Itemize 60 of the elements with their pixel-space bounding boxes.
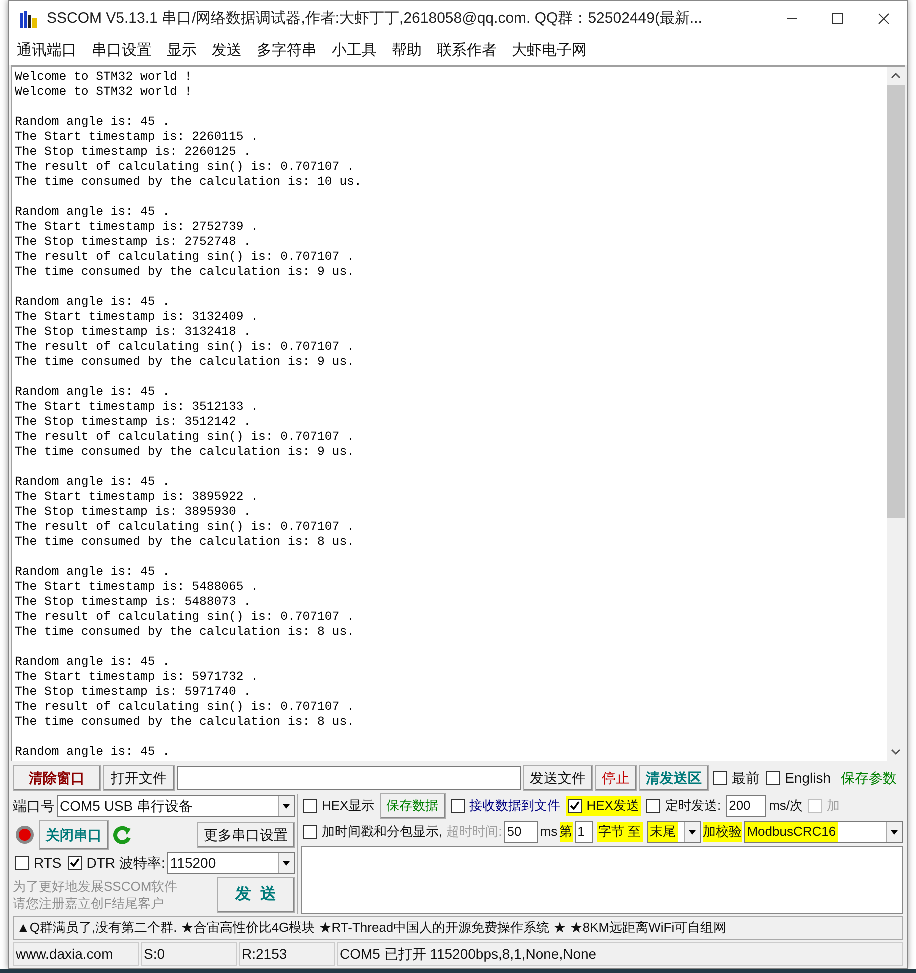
status-text: www.daxia.com: [13, 942, 139, 966]
news-ticker: ▲Q群满员了,没有第二个群. ★合宙高性价比4G模块 ★RT-Thread中国人的开源免费操作系统 ★ ★8KM远距离WiFi可自组网: [13, 916, 903, 940]
app-logo-icon: [19, 9, 39, 29]
checksum-select[interactable]: ModbusCRC16: [744, 821, 903, 843]
checkbox[interactable]: HEX显示: [301, 796, 377, 816]
receive-log: Welcome to STM32 world ! Welcome to STM32 world ! Random angle is: 45 . The Start timestamp is: 2260115 . The Stop timestamp is: 2260125 . The result of calculating sin() is: 0.707107 . The time consumed by the calculation is: 10 us. Random angle is: 45 . The Start timestamp is: 2752739 . The Stop timestamp is: 2752748 . The result of calculating sin() is: 0.707107 . The time consumed by the calculation is: 9 us. Random angle is: 45 . The Start timestamp is: 3132409 . The Stop timestamp is: 3132418 . The result of calculating sin() is: 0.707107 . The time consumed by the calculation is: 9 us. Random angle is: 45 . The Start timestamp is: 3512133 . The Stop timestamp is: 3512142 . The result of calculating sin() is: 0.707107 . The time consumed by the calculation is: 9 us. Random angle is: 45 . The Start timestamp is: 3895922 . The Stop timestamp is: 3895930 . The result of calculating sin() is: 0.707107 . The time consumed by the calculation is: 8 us. Random angle is: 45 . The Start timestamp is: 5488065 . The Stop timestamp is: 5488073 . The result of calculating sin() is: 0.707107 . The time consumed by the calculation is: 8 us. Random angle is: 45 . The Start timestamp is: 5971732 . The Stop timestamp is: 5971740 . The result of calculating sin() is: 0.707107 . The time consumed by the calculation is: 8 us. Random angle is: 45 .: [14, 69, 363, 761]
end-select[interactable]: 末尾: [647, 821, 702, 843]
checkbox[interactable]: DTR: [66, 852, 118, 874]
menu-item[interactable]: 串口设置: [92, 40, 152, 62]
menu-item[interactable]: 通讯端口: [17, 40, 77, 62]
menu-item[interactable]: 多字符串: [257, 40, 317, 62]
port-label: 端口号: [13, 796, 55, 816]
baud-select[interactable]: 115200: [167, 852, 295, 874]
check-icon: [570, 801, 580, 811]
menu-item[interactable]: 小工具: [332, 40, 377, 62]
timeout-label: 超时时间:: [446, 823, 502, 842]
baud-label: 波特率:: [120, 854, 166, 872]
window-title: SSCOM V5.13.1 串口/网络数据调试器,作者:大虾丁丁,2618058@qq.com. QQ群：52502449(最新...: [47, 8, 702, 29]
status-text: S:0: [141, 942, 237, 966]
clear-window-button[interactable]: 清除窗口: [13, 765, 101, 791]
clear-send-button[interactable]: 清发送区: [639, 765, 710, 791]
send-text-area[interactable]: [301, 846, 903, 914]
check-icon: [70, 858, 80, 868]
refresh-icon[interactable]: [113, 825, 133, 845]
port-select[interactable]: COM5 USB 串行设备: [57, 795, 295, 817]
file-path-field[interactable]: [177, 766, 522, 790]
checkbox[interactable]: 最前: [711, 768, 762, 788]
scroll-thumb[interactable]: [887, 85, 905, 518]
checkbox[interactable]: 定时发送:: [644, 796, 724, 816]
timeout-field[interactable]: 50: [504, 821, 538, 843]
menu-item[interactable]: 大虾电子网: [512, 40, 587, 62]
from-byte-field[interactable]: 1: [574, 821, 593, 843]
close-icon: [878, 13, 890, 25]
checkbox[interactable]: 加时间戳和分包显示,: [301, 822, 445, 842]
send-file-button[interactable]: 发送文件: [523, 765, 594, 791]
checkbox[interactable]: English: [764, 768, 833, 788]
close-port-button[interactable]: 关闭串口: [39, 820, 109, 850]
menu-item[interactable]: 帮助: [392, 40, 422, 62]
to-label: 字节 至: [596, 822, 644, 842]
stop-button[interactable]: 停止: [595, 765, 638, 791]
menu-item[interactable]: 联系作者: [437, 40, 497, 62]
checkbox[interactable]: RTS: [13, 852, 64, 874]
maximize-icon: [832, 13, 844, 25]
from-label: 第: [560, 822, 573, 842]
interval-unit: ms/次: [769, 797, 804, 816]
promo-text: 为了更好地发展SSCOM软件 请您注册嘉立创F结尾客户: [13, 878, 179, 912]
send-button[interactable]: 发 送: [217, 877, 295, 913]
scrollbar[interactable]: [887, 67, 905, 761]
menu-item[interactable]: 显示: [167, 40, 197, 62]
timeout-unit: ms: [540, 823, 558, 842]
status-text: COM5 已打开 115200bps,8,1,None,None: [337, 942, 903, 966]
menu-item[interactable]: 发送: [212, 40, 242, 62]
save-data-button[interactable]: 保存数据: [380, 793, 446, 819]
more-settings-button[interactable]: 更多串口设置: [197, 822, 295, 848]
status-text: R:2153: [239, 942, 335, 966]
checksum-label: 加校验: [703, 822, 742, 842]
checkbox[interactable]: 接收数据到文件: [448, 796, 563, 816]
checkbox[interactable]: HEX发送: [566, 796, 642, 816]
interval-field[interactable]: 200: [726, 795, 766, 817]
open-file-button[interactable]: 打开文件: [103, 765, 175, 791]
